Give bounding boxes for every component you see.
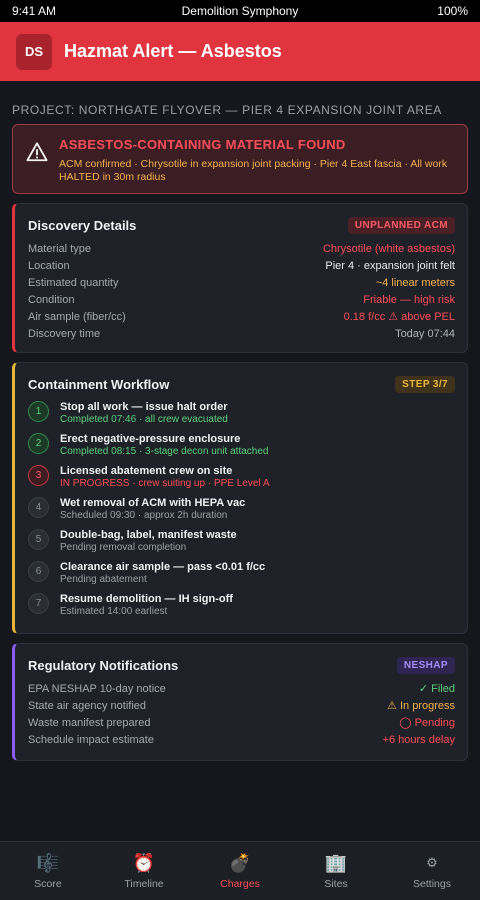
status-time: 9:41 AM xyxy=(12,4,57,18)
notification-label: Waste manifest prepared xyxy=(28,716,151,729)
bottom-nav: 🎼 Score ⏰ Timeline 💣 Charges 🏢 Sites ⚙ Settings xyxy=(0,841,480,900)
step-title: Resume demolition — IH sign-off xyxy=(60,593,233,605)
discovery-details-card: Discovery Details UNPLANNED ACM Material… xyxy=(12,203,468,353)
containment-workflow-card: Containment Workflow STEP 3/7 1 Stop all … xyxy=(12,362,468,634)
step-number: 1 xyxy=(28,401,49,422)
workflow-step[interactable]: 1 Stop all work — issue halt order Complet… xyxy=(28,401,455,433)
step-title: Double-bag, label, manifest waste xyxy=(60,529,237,541)
detail-label: Location xyxy=(28,259,70,272)
notification-row: EPA NESHAP 10-day notice ✓ Filed xyxy=(28,680,455,697)
step-number: 3 xyxy=(28,465,49,486)
step-title: Clearance air sample — pass <0.01 f/cc xyxy=(60,561,266,573)
notification-label: State air agency notified xyxy=(28,699,147,712)
step-status: Completed 08:15 · 3-stage decon unit att… xyxy=(60,446,269,457)
project-label: PROJECT: NORTHGATE FLYOVER — PIER 4 EXPA… xyxy=(12,103,442,117)
detail-value: Chrysotile (white asbestos) xyxy=(322,242,455,255)
step-status: IN PROGRESS · crew suiting up · PPE Leve… xyxy=(60,478,270,489)
status-bar: 9:41 AM Demolition Symphony 100% xyxy=(0,0,480,22)
workflow-step[interactable]: 4 Wet removal of ACM with HEPA vac Schedul… xyxy=(28,497,455,529)
notification-value: +6 hours delay xyxy=(382,733,455,746)
detail-label: Condition xyxy=(28,293,75,306)
detail-value: ~4 linear meters xyxy=(375,276,455,289)
main-content: PROJECT: NORTHGATE FLYOVER — PIER 4 EXPA… xyxy=(12,81,468,761)
nav-label: Charges xyxy=(220,878,260,890)
notification-label: Schedule impact estimate xyxy=(28,733,154,746)
step-number: 4 xyxy=(28,497,49,518)
detail-label: Material type xyxy=(28,242,91,255)
detail-row: Material type Chrysotile (white asbestos) xyxy=(28,240,455,257)
detail-value: 0.18 f/cc ⚠ above PEL xyxy=(343,311,455,323)
step-number: 7 xyxy=(28,593,49,614)
detail-row: Estimated quantity ~4 linear meters xyxy=(28,274,455,291)
notification-row: Waste manifest prepared ◯ Pending xyxy=(28,714,455,731)
detail-row: Discovery time Today 07:44 xyxy=(28,325,455,342)
workflow-step[interactable]: 7 Resume demolition — IH sign-off Estimate… xyxy=(28,593,455,625)
notification-label: EPA NESHAP 10-day notice xyxy=(28,682,166,695)
bomb-icon: 💣 xyxy=(228,853,252,873)
nav-label: Timeline xyxy=(124,878,164,890)
nav-label: Settings xyxy=(413,878,451,890)
avatar[interactable]: DS xyxy=(16,33,52,70)
score-icon: 🎼 xyxy=(36,853,60,873)
card-title: Discovery Details xyxy=(28,218,137,233)
workflow-step[interactable]: 5 Double-bag, label, manifest waste Pendin… xyxy=(28,529,455,561)
page-title: Hazmat Alert — Asbestos xyxy=(64,41,282,61)
step-badge: STEP 3/7 xyxy=(395,376,455,393)
status-battery: 100% xyxy=(437,4,468,18)
detail-value: Today 07:44 xyxy=(395,327,455,340)
nav-label: Sites xyxy=(324,878,348,890)
app-header: DS Hazmat Alert — Asbestos xyxy=(0,22,480,81)
status-app-name: Demolition Symphony xyxy=(181,4,299,18)
nav-label: Score xyxy=(34,878,62,890)
detail-value: Friable — high risk xyxy=(363,293,455,306)
nav-item-charges[interactable]: 💣 Charges xyxy=(192,842,288,900)
regulation-badge: NESHAP xyxy=(396,657,455,674)
workflow-step[interactable]: 2 Erect negative-pressure enclosure Comple… xyxy=(28,433,455,465)
step-number: 6 xyxy=(28,561,49,582)
step-title: Wet removal of ACM with HEPA vac xyxy=(60,497,246,509)
regulatory-notifications-card: Regulatory Notifications NESHAP EPA NESH… xyxy=(12,643,468,761)
detail-label: Estimated quantity xyxy=(28,276,119,289)
card-title: Containment Workflow xyxy=(28,377,170,392)
detail-row: Air sample (fiber/cc) 0.18 f/cc ⚠ above P… xyxy=(28,308,455,325)
hazard-alert-banner: ASBESTOS-CONTAINING MATERIAL FOUND ACM c… xyxy=(12,124,468,194)
notification-value: ⚠ In progress xyxy=(387,700,455,712)
step-title: Licensed abatement crew on site xyxy=(60,465,233,477)
alert-title: ASBESTOS-CONTAINING MATERIAL FOUND xyxy=(59,137,346,152)
card-title: Regulatory Notifications xyxy=(28,658,179,673)
notification-row: State air agency notified ⚠ In progress xyxy=(28,697,455,714)
detail-row: Condition Friable — high risk xyxy=(28,291,455,308)
step-status: Pending abatement xyxy=(60,574,147,585)
nav-item-score[interactable]: 🎼 Score xyxy=(0,842,96,900)
status-badge: UNPLANNED ACM xyxy=(347,217,455,234)
alert-text: ACM confirmed · Chrysotile in expansion … xyxy=(59,158,448,183)
step-status: Scheduled 09:30 · approx 2h duration xyxy=(60,510,228,521)
detail-value: Pier 4 · expansion joint felt xyxy=(325,259,455,272)
workflow-step[interactable]: 3 Licensed abatement crew on site IN PROGR… xyxy=(28,465,455,497)
workflow-step[interactable]: 6 Clearance air sample — pass <0.01 f/cc P… xyxy=(28,561,455,593)
step-status: Estimated 14:00 earliest xyxy=(60,606,168,617)
detail-label: Air sample (fiber/cc) xyxy=(28,310,126,323)
detail-row: Location Pier 4 · expansion joint felt xyxy=(28,257,455,274)
step-status: Pending removal completion xyxy=(60,542,187,553)
step-title: Stop all work — issue halt order xyxy=(60,401,228,413)
nav-item-settings[interactable]: ⚙ Settings xyxy=(384,842,480,900)
notification-value: ◯ Pending xyxy=(399,717,455,729)
gear-icon: ⚙ xyxy=(426,855,438,870)
building-icon: 🏢 xyxy=(324,853,348,873)
detail-label: Discovery time xyxy=(28,327,101,340)
nav-item-timeline[interactable]: ⏰ Timeline xyxy=(96,842,192,900)
alarm-clock-icon: ⏰ xyxy=(132,853,156,873)
warning-icon xyxy=(26,142,48,162)
nav-item-sites[interactable]: 🏢 Sites xyxy=(288,842,384,900)
step-title: Erect negative-pressure enclosure xyxy=(60,433,241,445)
step-number: 5 xyxy=(28,529,49,550)
notification-row: Schedule impact estimate +6 hours delay xyxy=(28,731,455,748)
step-status: Completed 07:46 · all crew evacuated xyxy=(60,414,228,425)
step-number: 2 xyxy=(28,433,49,454)
notification-value: ✓ Filed xyxy=(418,683,455,695)
